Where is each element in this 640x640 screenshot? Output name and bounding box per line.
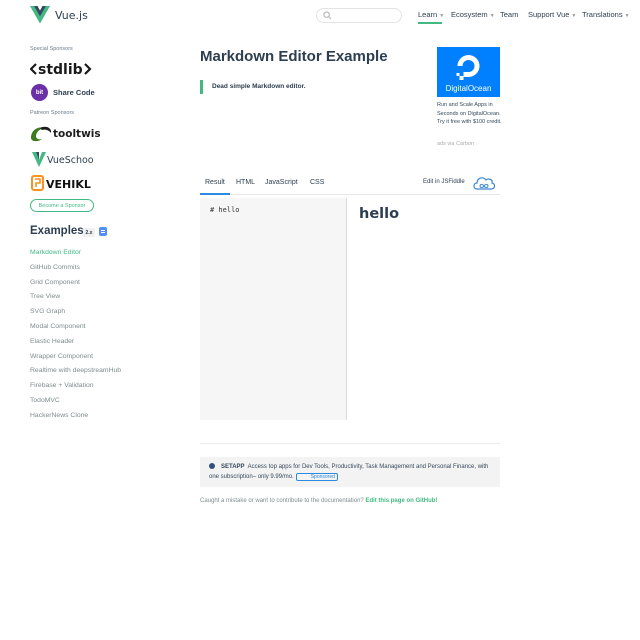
sidebar-item-hackernews-clone[interactable]: HackerNews Clone	[30, 411, 121, 426]
special-sponsors-label: Special Sponsors	[30, 46, 73, 52]
sidebar-item-github-commits[interactable]: GitHub Commits	[30, 263, 121, 278]
svg-text:VEHIKL: VEHIKL	[46, 178, 91, 191]
examples-heading: Examples	[30, 225, 84, 237]
page-title: Markdown Editor Example	[200, 48, 388, 65]
stdlib-logo-icon: stdlib	[30, 62, 92, 78]
markdown-textarea[interactable]: # hello	[210, 206, 240, 214]
contribute-note: Caught a mistake or want to contribute t…	[200, 498, 437, 504]
sidebar-item-realtime-deepstreamhub[interactable]: Realtime with deepstreamHub	[30, 366, 121, 381]
chevron-down-icon: ▼	[489, 13, 495, 19]
vehikl-logo-icon: VEHIKL	[31, 175, 91, 191]
chevron-down-icon: ▼	[571, 13, 577, 19]
bit-logo-icon: bit	[31, 84, 48, 101]
markdown-preview-pane: hello	[347, 198, 500, 420]
tip-callout: Dead simple Markdown editor.	[200, 80, 306, 94]
preview-heading: hello	[359, 206, 400, 222]
sidebar-item-markdown-editor[interactable]: Markdown Editor	[30, 248, 121, 263]
sponsored-badge: Sponsored	[295, 473, 338, 481]
examples-list: Markdown Editor GitHub Commits Grid Comp…	[30, 248, 121, 426]
setapp-sponsor-banner[interactable]: SETAPP Access top apps for Dev Tools, Pr…	[200, 457, 500, 487]
top-header: Vue.js Learn ▼ Ecosystem ▼ Team Support Vu…	[0, 0, 640, 32]
version-menu-icon[interactable]	[99, 227, 107, 236]
svg-text:tooltwist: tooltwist	[53, 128, 100, 140]
digitalocean-brand-text: DigitalOcean	[446, 84, 492, 93]
digitalocean-ad-image[interactable]: DigitalOcean	[437, 47, 500, 97]
sponsor-tooltwist-logo[interactable]: tooltwist	[30, 124, 100, 142]
search-input[interactable]	[335, 10, 397, 21]
nav-active-indicator	[418, 22, 442, 24]
svg-text:stdlib: stdlib	[38, 62, 83, 78]
svg-text:VueSchool: VueSchool	[47, 155, 94, 166]
contribute-text: Caught a mistake or want to contribute t…	[200, 498, 364, 504]
chevron-down-icon: ▼	[624, 13, 630, 19]
chevron-down-icon: ▼	[439, 13, 445, 19]
tooltwist-logo-icon: tooltwist	[31, 126, 100, 142]
tab-javascript[interactable]: JavaScript	[265, 179, 298, 186]
sponsor-vehikl-logo[interactable]: VEHIKL	[31, 175, 91, 191]
nav-ecosystem-label: Ecosystem	[451, 10, 488, 19]
digitalocean-logo-icon: DigitalOcean	[446, 55, 492, 93]
vue-logo-link[interactable]: Vue.js	[30, 6, 88, 24]
nav-ecosystem[interactable]: Ecosystem ▼	[451, 10, 495, 19]
nav-translations-label: Translations	[582, 10, 623, 19]
sidebar-item-svg-graph[interactable]: SVG Graph	[30, 307, 121, 322]
content-divider	[200, 443, 500, 444]
setapp-banner-text: SETAPP Access top apps for Dev Tools, Pr…	[209, 462, 497, 482]
tab-css[interactable]: CSS	[310, 179, 324, 186]
markdown-input-pane[interactable]: # hello	[200, 198, 347, 420]
setapp-name: SETAPP	[221, 464, 245, 470]
version-badge[interactable]: 2.x	[83, 228, 95, 237]
edit-in-jsfiddle-link[interactable]: Edit in JSFiddle	[423, 179, 465, 185]
sponsor-share-code[interactable]: bit Share Code	[31, 84, 95, 101]
tab-html[interactable]: HTML	[236, 179, 255, 186]
nav-learn-label: Learn	[418, 10, 438, 19]
nav-support-vue[interactable]: Support Vue ▼	[528, 10, 576, 19]
tab-result[interactable]: Result	[205, 179, 225, 186]
sidebar-item-wrapper-component[interactable]: Wrapper Component	[30, 352, 121, 367]
active-tab-indicator	[200, 193, 230, 195]
sponsor-stdlib-logo[interactable]: stdlib	[30, 60, 92, 78]
sidebar-item-grid-component[interactable]: Grid Component	[30, 278, 121, 293]
vueschool-logo-icon: VueSchool	[32, 152, 94, 167]
vue-logo-icon	[30, 6, 50, 24]
sponsor-vueschool-logo[interactable]: VueSchool	[32, 151, 94, 167]
sidebar-item-firebase-validation[interactable]: Firebase + Validation	[30, 381, 121, 396]
share-code-label: Share Code	[53, 88, 95, 97]
ad-description[interactable]: Run and Scale Apps in Seconds on Digital…	[437, 101, 503, 127]
search-box[interactable]	[316, 8, 402, 23]
edit-on-github-link[interactable]: Edit this page on GitHub!	[365, 498, 437, 504]
sidebar-item-elastic-header[interactable]: Elastic Header	[30, 337, 121, 352]
nav-learn[interactable]: Learn ▼	[418, 10, 444, 19]
setapp-description: Access top apps for Dev Tools, Productiv…	[209, 464, 489, 480]
sidebar-item-todomvc[interactable]: TodoMVC	[30, 396, 121, 411]
jsfiddle-cloud-icon[interactable]	[472, 175, 496, 191]
become-sponsor-button[interactable]: Become a Sponsor	[30, 199, 94, 212]
sidebar-item-modal-component[interactable]: Modal Component	[30, 322, 121, 337]
nav-translations[interactable]: Translations ▼	[582, 10, 630, 19]
patreon-sponsors-label: Patreon Sponsors	[30, 110, 75, 116]
ad-via-carbon[interactable]: ads via Carbon	[437, 141, 474, 147]
search-icon	[323, 11, 332, 20]
sidebar-item-tree-view[interactable]: Tree View	[30, 292, 121, 307]
nav-team[interactable]: Team	[500, 10, 518, 19]
logo-text: Vue.js	[55, 8, 88, 22]
nav-support-label: Support Vue	[528, 10, 570, 19]
